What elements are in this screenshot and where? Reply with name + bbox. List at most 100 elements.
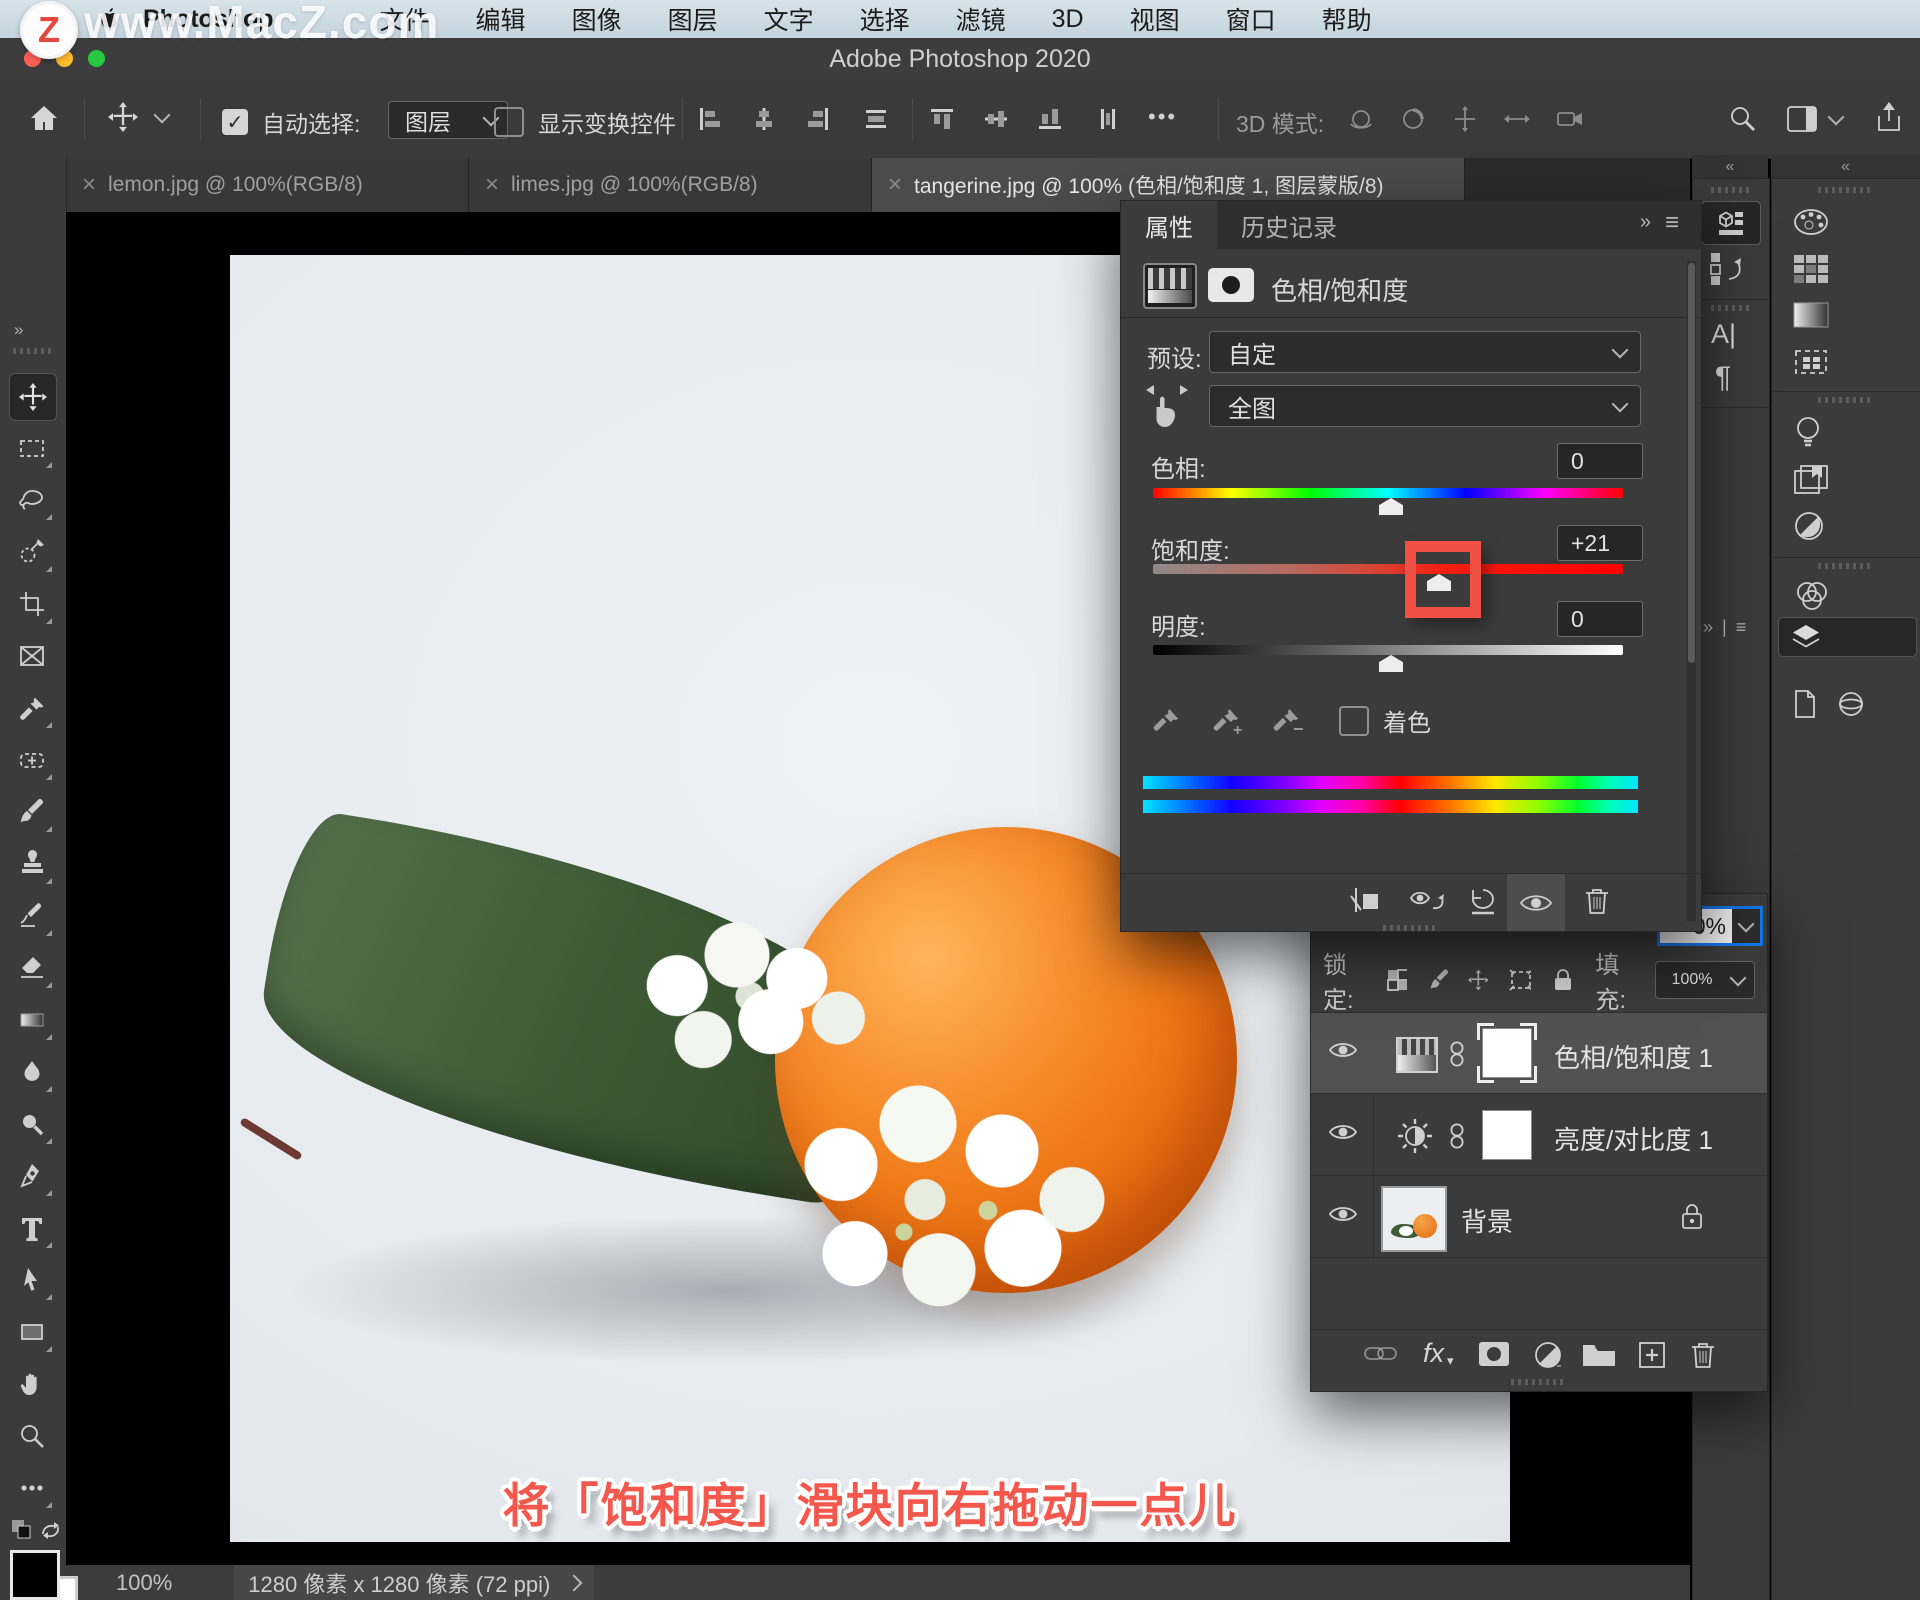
frame-tool[interactable] [9, 633, 55, 679]
layer-row-background[interactable]: 背景 [1311, 1177, 1767, 1258]
tab-history[interactable]: 历史记录 [1217, 201, 1361, 249]
panel-collapse-icon[interactable]: » [1640, 211, 1651, 249]
default-colors-icon[interactable] [10, 1518, 34, 1542]
mask-link-icon[interactable] [1449, 1121, 1465, 1151]
panel-scrollbar-track[interactable] [1687, 261, 1696, 921]
channel-select[interactable]: 全图 [1209, 385, 1641, 427]
layer-mask-thumbnail-selected[interactable] [1477, 1023, 1537, 1083]
align-top-edges-icon[interactable] [930, 107, 954, 131]
dock-extra-icons[interactable] [1772, 689, 1920, 719]
visibility-eye-icon[interactable] [1328, 1203, 1358, 1225]
gradient-tool[interactable] [9, 997, 55, 1043]
distribute-h-icon[interactable] [864, 107, 888, 131]
saturation-slider-track[interactable] [1153, 564, 1623, 574]
new-group-folder-icon[interactable] [1581, 1340, 1617, 1368]
channels-panel-icon[interactable] [1772, 579, 1920, 613]
3d-pan-icon[interactable] [1452, 106, 1478, 132]
show-transform-option[interactable]: 显示变换控件 [494, 105, 676, 139]
menu-edit[interactable]: 编辑 [453, 1, 549, 37]
visibility-eye-icon[interactable] [1328, 1121, 1358, 1143]
hue-slider-track[interactable] [1153, 488, 1623, 498]
lightness-slider-handle[interactable] [1379, 655, 1403, 672]
menu-3d[interactable]: 3D [1029, 5, 1107, 34]
distribute-v-icon[interactable] [1096, 107, 1120, 131]
lightness-slider-track[interactable] [1153, 645, 1623, 655]
hand-tool[interactable] [9, 1361, 55, 1407]
layer-row-brightness-contrast[interactable]: 亮度/对比度 1 [1311, 1095, 1767, 1176]
zoom-level-value[interactable]: 100% [116, 1570, 172, 1596]
share-icon[interactable] [1874, 102, 1904, 134]
search-icon[interactable] [1728, 104, 1758, 134]
menu-type[interactable]: 文字 [741, 1, 837, 37]
align-bottom-edges-icon[interactable] [1038, 107, 1062, 131]
marquee-tool[interactable] [9, 425, 55, 471]
home-icon[interactable] [28, 102, 60, 134]
quick-selection-tool[interactable] [9, 529, 55, 575]
paragraph-panel-icon[interactable]: ¶ [1715, 361, 1731, 395]
close-tab-icon[interactable]: × [888, 171, 902, 199]
panel-scrollbar-thumb[interactable] [1688, 263, 1695, 663]
fill-dropdown[interactable]: 100% [1655, 961, 1755, 999]
close-tab-icon[interactable]: × [82, 171, 96, 199]
menu-image[interactable]: 图像 [549, 1, 645, 37]
menu-help[interactable]: 帮助 [1299, 1, 1395, 37]
shape-tool[interactable] [9, 1309, 55, 1355]
close-tab-icon[interactable]: × [485, 171, 499, 199]
opacity-dropdown-chevron[interactable] [1732, 909, 1760, 943]
adjustments-panel-icon[interactable] [1772, 509, 1920, 543]
dock-footer-controls[interactable]: »|≡ [1703, 617, 1746, 638]
new-layer-icon[interactable] [1637, 1340, 1667, 1370]
colorize-option[interactable]: 着色 [1339, 703, 1431, 738]
learn-panel-icon[interactable] [1772, 415, 1920, 451]
layer-name[interactable]: 背景 [1461, 1202, 1513, 1239]
zoom-tool[interactable] [9, 1413, 55, 1459]
menu-layer[interactable]: 图层 [645, 1, 741, 37]
lasso-tool[interactable] [9, 477, 55, 523]
lock-all-icon[interactable] [1551, 967, 1572, 993]
layers-panel-icon-button[interactable] [1778, 617, 1917, 657]
toggle-visibility-button[interactable] [1507, 874, 1565, 931]
libraries-panel-icon[interactable] [1772, 463, 1920, 497]
lock-artboard-icon[interactable] [1508, 968, 1530, 992]
menu-window[interactable]: 窗口 [1203, 1, 1299, 37]
align-right-edges-icon[interactable] [806, 107, 830, 131]
3d-orbit-icon[interactable] [1348, 106, 1374, 132]
tab-lemon[interactable]: × lemon.jpg @ 100%(RGB/8) [66, 158, 469, 212]
delete-layer-icon[interactable] [1689, 1340, 1717, 1370]
3d-panel-icon[interactable] [1701, 201, 1761, 245]
lock-pixels-icon[interactable] [1427, 968, 1448, 992]
clone-stamp-tool[interactable] [9, 841, 55, 887]
history-panel-icon[interactable] [1709, 251, 1749, 287]
brush-tool[interactable] [9, 789, 55, 835]
mask-badge-icon[interactable] [1207, 267, 1255, 303]
hue-sat-adjustment-icon[interactable] [1143, 263, 1197, 309]
tab-limes[interactable]: × limes.jpg @ 100%(RGB/8) [469, 158, 872, 212]
pen-tool[interactable] [9, 1153, 55, 1199]
sample-eyedropper-icon[interactable] [1151, 701, 1183, 737]
auto-select-checkbox[interactable]: ✓ [222, 109, 248, 135]
add-sample-eyedropper-icon[interactable]: + [1211, 701, 1245, 737]
subtract-sample-eyedropper-icon[interactable]: − [1271, 701, 1305, 737]
more-options-ellipsis[interactable]: ••• [1148, 104, 1177, 130]
reset-adjustment-icon[interactable] [1467, 886, 1499, 916]
zoom-window-button[interactable] [88, 50, 105, 67]
layer-style-fx-icon[interactable]: fx▾ [1423, 1338, 1454, 1369]
background-layer-thumbnail[interactable] [1381, 1186, 1447, 1252]
patterns-panel-icon[interactable] [1772, 347, 1920, 377]
healing-brush-tool[interactable] [9, 737, 55, 783]
foreground-color-swatch[interactable] [10, 1550, 60, 1600]
color-panel-icon[interactable] [1772, 205, 1920, 237]
dock-collapse-bar-1[interactable]: « [1692, 155, 1768, 178]
auto-select-option[interactable]: ✓ 自动选择: [222, 105, 360, 139]
eraser-tool[interactable] [9, 945, 55, 991]
new-adjustment-layer-icon[interactable] [1533, 1340, 1563, 1370]
lock-transparent-icon[interactable] [1386, 968, 1407, 992]
menu-view[interactable]: 视图 [1107, 1, 1203, 37]
adjustment-layer-thumbnail[interactable] [1396, 1037, 1438, 1073]
character-panel-icon[interactable]: A| [1711, 319, 1736, 350]
swatches-panel-icon[interactable] [1772, 253, 1920, 285]
tab-properties[interactable]: 属性 [1121, 201, 1217, 249]
layer-name[interactable]: 亮度/对比度 1 [1554, 1120, 1713, 1157]
layer-name[interactable]: 色相/饱和度 1 [1554, 1038, 1713, 1075]
view-previous-state-icon[interactable] [1409, 886, 1447, 916]
